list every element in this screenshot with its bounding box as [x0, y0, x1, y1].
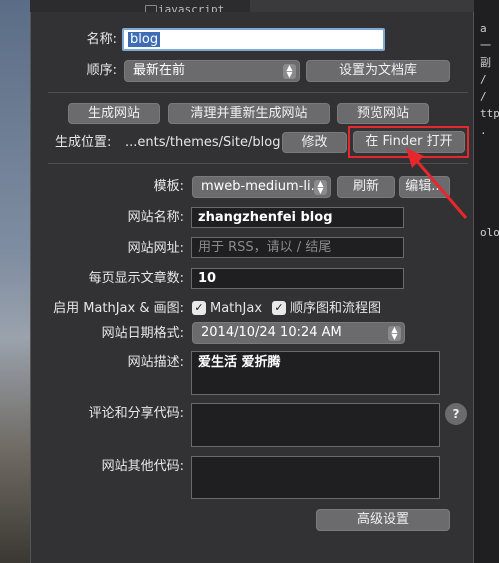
other-code-label: 网站其他代码: [101, 459, 184, 474]
background-editor-line [480, 173, 499, 190]
desktop-background [0, 0, 30, 563]
clean-regenerate-button[interactable]: 清理并重新生成网站 [168, 103, 330, 124]
location-label: 生成位置: [55, 135, 112, 150]
stepper-icon: ▲ ▼ [283, 64, 296, 79]
flowchart-checkbox-label: 顺序图和流程图 [290, 301, 382, 316]
order-value: 最新在前 [133, 63, 186, 78]
template-value: mweb-medium-li... [201, 179, 323, 194]
separator [48, 92, 468, 93]
arrow-shaft [414, 159, 468, 219]
modify-button[interactable]: 修改 [282, 132, 347, 153]
background-editor-line [480, 139, 499, 156]
comment-code-textarea[interactable] [191, 403, 440, 447]
name-label: 名称: [86, 32, 117, 47]
flowchart-checkbox[interactable]: ✓ [272, 301, 286, 315]
advanced-settings-button[interactable]: 高级设置 [316, 509, 450, 531]
background-editor-line: . [480, 124, 487, 137]
order-popup[interactable]: 最新在前 ▲ ▼ [124, 60, 300, 82]
background-editor-line [480, 207, 499, 224]
template-label: 模板: [153, 179, 184, 194]
per-page-label: 每页显示文章数: [88, 271, 184, 286]
generate-site-button[interactable]: 生成网站 [68, 103, 160, 124]
per-page-input[interactable]: 10 [191, 268, 404, 289]
template-popup[interactable]: mweb-medium-li... ▲ ▼ [192, 176, 331, 198]
background-editor-text: a 一副 / / ttp. olo [480, 20, 499, 241]
set-doc-lib-button[interactable]: 设置为文档库 [306, 60, 450, 82]
description-textarea[interactable]: 爱生活 爱折腾 [191, 351, 440, 395]
other-code-textarea[interactable] [191, 456, 440, 499]
site-name-input[interactable]: zhangzhenfei blog [191, 207, 404, 228]
site-name-label: 网站名称: [127, 210, 184, 225]
background-editor-line: a [480, 22, 487, 35]
mathjax-label: 启用 MathJax & 画图: [53, 301, 184, 316]
date-format-value: 2014/10/24 10:24 AM [201, 325, 342, 340]
background-editor-line: / [480, 90, 487, 103]
stepper-icon: ▲ ▼ [314, 180, 327, 195]
order-label: 顺序: [86, 63, 117, 78]
name-text: blog [128, 32, 161, 47]
name-input[interactable]: blog [122, 28, 385, 51]
background-editor-line: ttp [480, 107, 499, 120]
site-url-input[interactable]: 用于 RSS，请以 / 结尾 [191, 237, 404, 258]
date-format-popup[interactable]: 2014/10/24 10:24 AM ▲ ▼ [192, 322, 405, 344]
description-label: 网站描述: [127, 355, 184, 370]
background-editor-line [480, 190, 499, 207]
site-url-label: 网站网址: [127, 241, 184, 256]
stepper-icon: ▲ ▼ [388, 326, 401, 341]
background-editor-line: / [480, 73, 487, 86]
comment-code-label: 评论和分享代码: [88, 406, 184, 421]
preview-site-button[interactable]: 预览网站 [337, 103, 429, 124]
mathjax-checkbox[interactable]: ✓ [192, 301, 206, 315]
background-editor-line: 一副 [480, 39, 491, 69]
location-path: ...ents/themes/Site/blog [125, 135, 281, 150]
background-editor-line: olo [480, 226, 499, 239]
mathjax-checkbox-label: MathJax [210, 301, 263, 316]
arrow-annotation [406, 148, 468, 219]
background-editor-line [480, 156, 499, 173]
help-icon[interactable]: ? [445, 403, 467, 425]
date-format-label: 网站日期格式: [101, 326, 184, 341]
